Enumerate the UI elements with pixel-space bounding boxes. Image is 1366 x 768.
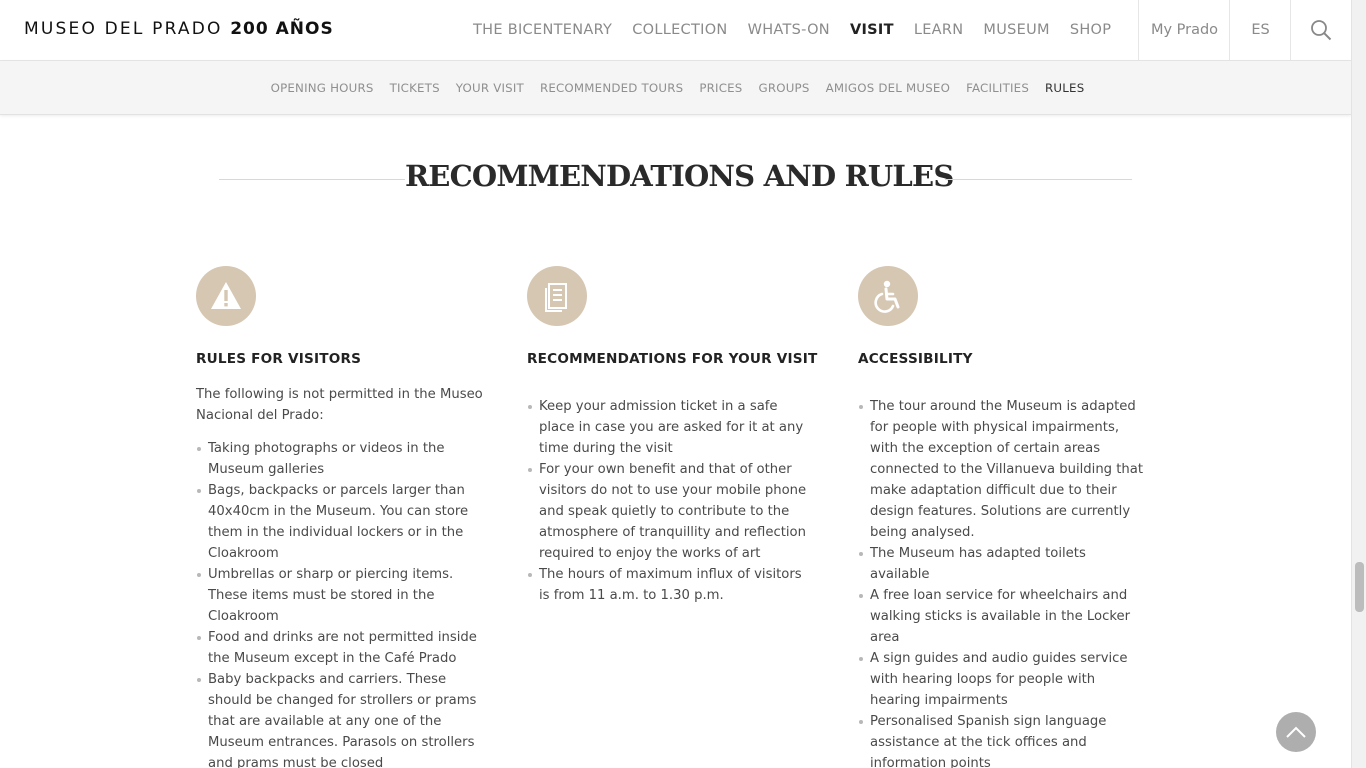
section-heading: RECOMMENDATIONS FOR YOUR VISIT: [527, 351, 818, 367]
subnav-item-your-visit[interactable]: YOUR VISIT: [456, 81, 524, 95]
subnav-item-recommended-tours[interactable]: RECOMMENDED TOURS: [540, 81, 683, 95]
list-item: Bags, backpacks or parcels larger than 4…: [196, 480, 486, 564]
subnav-item-opening-hours[interactable]: OPENING HOURS: [271, 81, 374, 95]
nav-item-visit[interactable]: VISIT: [850, 22, 894, 38]
brand-suffix: 200 AÑOS: [230, 19, 334, 39]
wheelchair-icon: [858, 266, 918, 326]
page-title-block: RECOMMENDATIONS AND RULES: [219, 155, 1132, 205]
subnav-item-rules[interactable]: RULES: [1045, 81, 1084, 95]
nav-item-bicentenary[interactable]: THE BICENTENARY: [473, 22, 612, 38]
chevron-up-icon: [1286, 726, 1306, 738]
list-item: The Museum has adapted toilets available: [858, 543, 1148, 585]
visit-subnav: OPENING HOURS TICKETS YOUR VISIT RECOMME…: [0, 61, 1351, 115]
scrollbar-thumb[interactable]: [1355, 562, 1364, 612]
brand-name: MUSEO DEL PRADO: [24, 19, 223, 39]
nav-item-collection[interactable]: COLLECTION: [632, 22, 727, 38]
search-icon: [1311, 20, 1332, 41]
top-navigation-bar: MUSEO DEL PRADO 200 AÑOS THE BICENTENARY…: [0, 0, 1351, 61]
back-to-top-button[interactable]: [1276, 712, 1316, 752]
list-item: Keep your admission ticket in a safe pla…: [527, 396, 812, 459]
list-item: Baby backpacks and carriers. These shoul…: [196, 669, 486, 768]
subnav-item-groups[interactable]: GROUPS: [759, 81, 810, 95]
list-item: A free loan service for wheelchairs and …: [858, 585, 1148, 648]
nav-item-museum[interactable]: MUSEUM: [983, 22, 1049, 38]
language-switch[interactable]: ES: [1229, 0, 1291, 60]
section-heading: ACCESSIBILITY: [858, 351, 973, 367]
accessibility-section: ACCESSIBILITY The tour around the Museum…: [858, 266, 1158, 768]
title-divider-right: [945, 179, 1132, 180]
section-heading: RULES FOR VISITORS: [196, 351, 362, 367]
accessibility-list: The tour around the Museum is adapted fo…: [858, 396, 1158, 768]
rules-for-visitors-section: RULES FOR VISITORS The following is not …: [196, 266, 496, 768]
list-item: Personalised Spanish sign language assis…: [858, 711, 1148, 768]
subnav-item-prices[interactable]: PRICES: [699, 81, 742, 95]
my-prado-link[interactable]: My Prado: [1138, 0, 1230, 60]
nav-item-shop[interactable]: SHOP: [1070, 22, 1111, 38]
main-nav: THE BICENTENARY COLLECTION WHATS-ON VISI…: [473, 0, 1131, 60]
subnav-item-amigos[interactable]: AMIGOS DEL MUSEO: [826, 81, 951, 95]
search-button[interactable]: [1290, 0, 1351, 60]
page-scrollbar[interactable]: [1351, 0, 1366, 768]
brand-logo[interactable]: MUSEO DEL PRADO 200 AÑOS: [24, 19, 334, 39]
recommendations-list: Keep your admission ticket in a safe pla…: [527, 396, 827, 606]
list-item: Food and drinks are not permitted inside…: [196, 627, 486, 669]
document-icon: [527, 266, 587, 326]
list-item: The hours of maximum influx of visitors …: [527, 564, 812, 606]
list-item: The tour around the Museum is adapted fo…: [858, 396, 1148, 543]
list-item: Taking photographs or videos in the Muse…: [196, 438, 486, 480]
subnav-item-facilities[interactable]: FACILITIES: [966, 81, 1029, 95]
nav-item-whats-on[interactable]: WHATS-ON: [748, 22, 830, 38]
page-title: RECOMMENDATIONS AND RULES: [405, 159, 954, 193]
recommendations-section: RECOMMENDATIONS FOR YOUR VISIT Keep your…: [527, 266, 827, 606]
section-intro: The following is not permitted in the Mu…: [196, 387, 483, 423]
title-divider-left: [219, 179, 405, 180]
warning-icon: [196, 266, 256, 326]
nav-item-learn[interactable]: LEARN: [914, 22, 964, 38]
rules-list: Taking photographs or videos in the Muse…: [196, 438, 496, 768]
subnav-item-tickets[interactable]: TICKETS: [390, 81, 440, 95]
list-item: A sign guides and audio guides service w…: [858, 648, 1148, 711]
list-item: Umbrellas or sharp or piercing items. Th…: [196, 564, 486, 627]
list-item: For your own benefit and that of other v…: [527, 459, 812, 564]
